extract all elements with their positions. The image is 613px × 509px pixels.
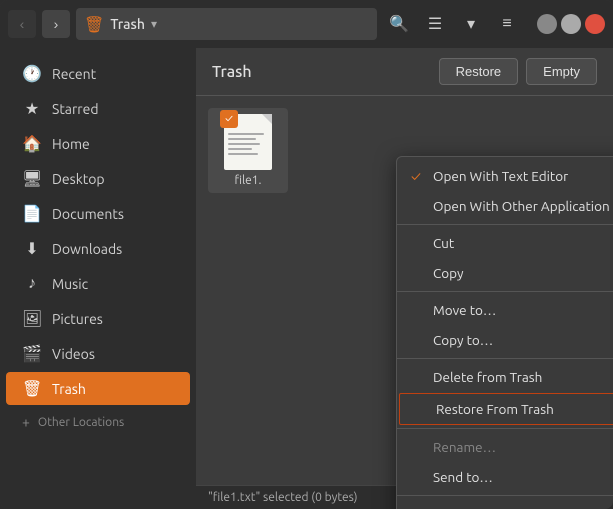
sidebar-item-starred-label: Starred [52,101,99,117]
sidebar-item-trash[interactable]: 🗑 Trash [6,372,190,405]
sidebar-item-desktop[interactable]: 🖥 Desktop [6,162,190,195]
maximize-button[interactable] [561,14,581,34]
sidebar-item-music-label: Music [52,276,88,292]
sidebar: 🕐 Recent ★ Starred 🏠 Home 🖥 Desktop 📄 Do… [0,48,196,509]
music-icon: ♪ [22,274,42,293]
content-title: Trash [212,63,252,81]
sidebar-item-recent[interactable]: 🕐 Recent [6,57,190,90]
separator-1 [397,224,613,225]
pictures-icon: 🖼 [22,309,42,328]
context-menu: ✓ Open With Text Editor Return Open With… [396,156,613,509]
ctx-restore-from-trash[interactable]: Restore From Trash [399,393,613,425]
plus-icon: + [22,414,30,430]
ctx-rename: Rename… F2 [397,432,613,462]
sidebar-item-other-locations[interactable]: + Other Locations [6,408,190,436]
sidebar-item-downloads-label: Downloads [52,241,122,257]
minimize-button[interactable] [537,14,557,34]
sidebar-item-music[interactable]: ♪ Music [6,267,190,300]
close-button[interactable] [585,14,605,34]
location-label: Trash [110,16,145,32]
forward-button[interactable]: › [42,10,70,38]
videos-icon: 🎬 [22,344,42,363]
window-controls [537,14,605,34]
chevron-down-icon: ▾ [151,17,157,31]
sidebar-item-recent-label: Recent [52,66,96,82]
ctx-open-other-app[interactable]: Open With Other Application [397,191,613,221]
file-name: file1. [235,174,262,187]
check-icon: ✓ [411,168,427,184]
sidebar-item-starred[interactable]: ★ Starred [6,92,190,125]
separator-3 [397,358,613,359]
sidebar-item-downloads[interactable]: ⬇ Downloads [6,232,190,265]
sidebar-item-home[interactable]: 🏠 Home [6,127,190,160]
sidebar-item-videos[interactable]: 🎬 Videos [6,337,190,370]
menu-button[interactable]: ≡ [491,8,523,40]
separator-2 [397,291,613,292]
file-preview [224,125,272,159]
ctx-open-text-editor[interactable]: ✓ Open With Text Editor Return [397,161,613,191]
content-header: Trash Restore Empty [196,48,613,96]
ctx-cut[interactable]: Cut Ctrl+X [397,228,613,258]
sidebar-item-other-label: Other Locations [38,416,124,429]
statusbar-text: "file1.txt" selected (0 bytes) [208,491,357,504]
ctx-send-to[interactable]: Send to… [397,462,613,492]
home-icon: 🏠 [22,134,42,153]
titlebar: ‹ › 🗑 Trash ▾ 🔍 ☰ ▾ ≡ [0,0,613,48]
documents-icon: 📄 [22,204,42,223]
ctx-delete-from-trash[interactable]: Delete from Trash Delete [397,362,613,392]
ctx-move-to[interactable]: Move to… [397,295,613,325]
toolbar-actions: 🔍 ☰ ▾ ≡ [383,8,523,40]
file-item[interactable]: ✓ file1. [208,108,288,193]
file-icon: ✓ [224,114,272,170]
restore-button[interactable]: Restore [439,58,519,85]
trash-icon: 🗑 [84,15,104,34]
ctx-copy-to[interactable]: Copy to… [397,325,613,355]
view-list-button[interactable]: ☰ [419,8,451,40]
location-bar[interactable]: 🗑 Trash ▾ [76,8,377,40]
sidebar-item-pictures-label: Pictures [52,311,103,327]
window: ‹ › 🗑 Trash ▾ 🔍 ☰ ▾ ≡ 🕐 Recent ★ [0,0,613,509]
recent-icon: 🕐 [22,64,42,83]
sidebar-item-documents[interactable]: 📄 Documents [6,197,190,230]
view-toggle-button[interactable]: ▾ [455,8,487,40]
separator-5 [397,495,613,496]
sidebar-item-home-label: Home [52,136,90,152]
sidebar-item-desktop-label: Desktop [52,171,105,187]
main-area: 🕐 Recent ★ Starred 🏠 Home 🖥 Desktop 📄 Do… [0,48,613,509]
desktop-icon: 🖥 [22,169,42,188]
downloads-icon: ⬇ [22,239,42,258]
ctx-copy[interactable]: Copy Ctrl+C [397,258,613,288]
sidebar-item-documents-label: Documents [52,206,124,222]
header-actions: Restore Empty [439,58,597,85]
search-button[interactable]: 🔍 [383,8,415,40]
separator-4 [397,428,613,429]
sidebar-item-pictures[interactable]: 🖼 Pictures [6,302,190,335]
content-area: Trash Restore Empty ✓ [196,48,613,509]
file-checkbox: ✓ [220,110,238,128]
starred-icon: ★ [22,99,42,118]
ctx-properties[interactable]: Properties Ctrl+I [397,499,613,509]
back-button[interactable]: ‹ [8,10,36,38]
sidebar-item-videos-label: Videos [52,346,95,362]
sidebar-item-trash-label: Trash [52,381,86,397]
trash-sidebar-icon: 🗑 [22,379,42,398]
empty-button[interactable]: Empty [526,58,597,85]
file-grid: ✓ file1. [196,96,613,485]
